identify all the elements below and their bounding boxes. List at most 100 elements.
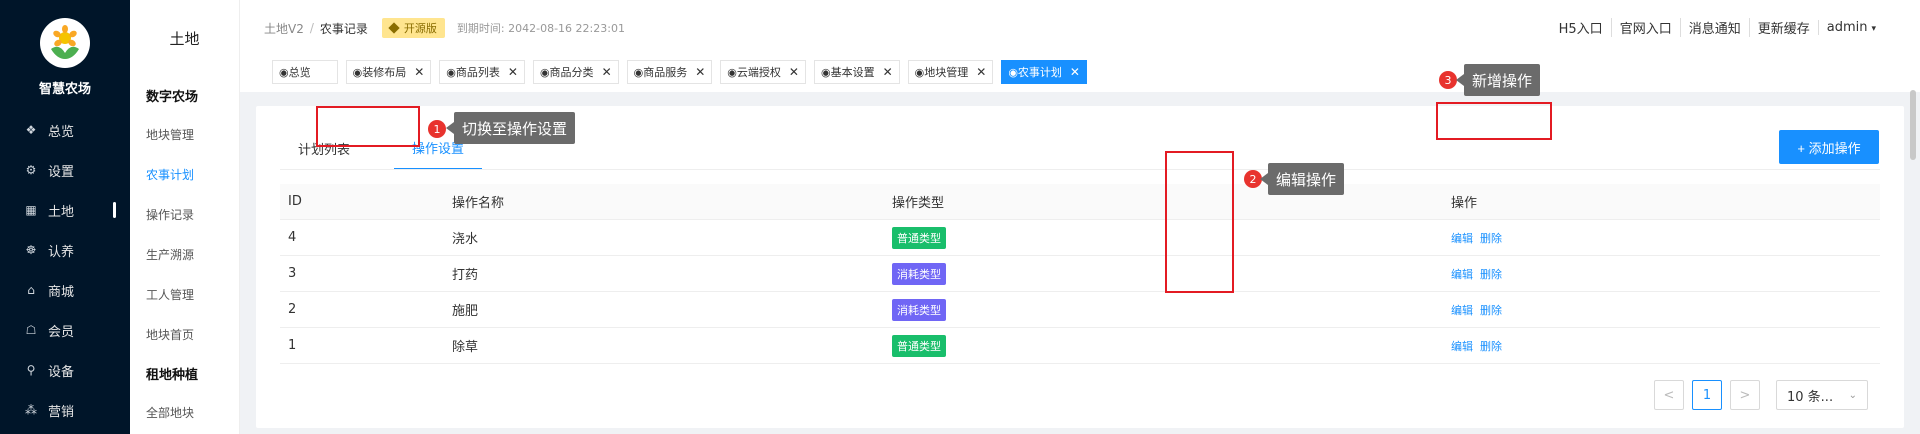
edit-link[interactable]: 编辑 [1451, 232, 1473, 245]
sidebar-item-0[interactable]: ❖ 总览 [0, 110, 130, 150]
column-header-name: 操作名称 [452, 196, 505, 211]
open-tab-5[interactable]: ◉云端授权 ✕ [720, 60, 806, 84]
sidebar-item-1[interactable]: ⚙ 设置 [0, 150, 130, 190]
breadcrumb: 土地V2 / 农事记录 开源版 到期时间: 2042-08-16 22:23:0… [264, 18, 625, 38]
secondary-sidebar: 土地 数字农场 地块管理 农事计划 操作记录 生产溯源 工人管理 地块首页 租地种植 全部… [130, 0, 240, 434]
cell-id: 4 [288, 230, 297, 245]
delete-link[interactable]: 删除 [1480, 268, 1502, 281]
sidebar-item-3[interactable]: ☸ 认养 [0, 230, 130, 270]
open-tab-3[interactable]: ◉商品分类 ✕ [532, 60, 619, 84]
breadcrumb-root[interactable]: 土地V2 [264, 20, 304, 37]
close-icon[interactable]: ✕ [976, 65, 986, 79]
open-tab-1[interactable]: ◉装修布局 ✕ [345, 60, 432, 84]
close-icon[interactable]: ✕ [883, 65, 893, 79]
type-badge: 消耗类型 [892, 298, 946, 321]
close-icon[interactable]: ✕ [508, 65, 518, 79]
subnav-group-rent-land-items: 全部地块 [130, 392, 239, 432]
page-scrollbar[interactable] [1910, 90, 1916, 160]
edit-link[interactable]: 编辑 [1451, 268, 1473, 281]
cell-actions: 编辑 删除 [1437, 338, 1880, 354]
open-tab-label: ◉装修布局 [352, 66, 407, 79]
header-links: H5入口 官网入口 消息通知 更新缓存 admin ▾ [1551, 18, 1884, 37]
close-icon[interactable]: ✕ [414, 65, 424, 79]
tabs-divider [280, 169, 1880, 170]
table-row: 1 除草 普通类型 编辑 删除 [280, 328, 1880, 364]
website-entry-link[interactable]: 官网入口 [1610, 18, 1680, 37]
main-sidebar: 智慧农场 ❖ 总览 ⚙ 设置 ▦ 土地 ☸ 认养 ⌂ 商城 ☖ 会员 ⚲ 设备 ⁂ 营销 [0, 0, 130, 434]
sidebar-item-2[interactable]: ▦ 土地 [0, 190, 130, 230]
subnav-item-rent-0[interactable]: 全部地块 [130, 392, 239, 432]
member-icon: ☖ [25, 323, 37, 337]
cell-type: 普通类型 [892, 334, 1437, 357]
brand-name: 智慧农场 [38, 82, 91, 97]
sidebar-item-label: 营销 [48, 404, 75, 420]
subnav-item-3[interactable]: 生产溯源 [130, 234, 239, 274]
type-badge: 普通类型 [892, 334, 946, 357]
brand[interactable]: 智慧农场 [0, 0, 130, 110]
highlight-box-tab [316, 106, 420, 147]
annotation-label-3: 新增操作 [1455, 64, 1541, 96]
open-tab-label: ◉商品列表 [446, 66, 500, 79]
subnav-item-2[interactable]: 操作记录 [130, 194, 239, 234]
open-tabs-bar: ◉总览 ◉装修布局 ✕ ◉商品列表 ✕ ◉商品分类 ✕ ◉商品服务 ✕ ◉云端授权 ✕ ◉基本设置 ✕ ◉… [272, 60, 1087, 84]
sidebar-item-5[interactable]: ☖ 会员 [0, 310, 130, 350]
h5-entry-link[interactable]: H5入口 [1551, 18, 1611, 37]
sidebar-item-4[interactable]: ⌂ 商城 [0, 270, 130, 310]
prev-page-button[interactable]: < [1654, 380, 1684, 410]
delete-link[interactable]: 删除 [1480, 340, 1502, 353]
content-card: 计划列表 操作设置 1 切换至操作设置 + 添加操作 3 新增操作 ID 操作名… [256, 64, 1904, 428]
edition-badge: 开源版 [381, 18, 445, 38]
open-tab-4[interactable]: ◉商品服务 ✕ [626, 60, 713, 84]
close-icon[interactable]: ✕ [1070, 65, 1080, 79]
edit-link[interactable]: 编辑 [1451, 304, 1473, 317]
add-operation-button[interactable]: + 添加操作 [1779, 130, 1879, 164]
subnav-item-5[interactable]: 地块首页 [130, 314, 239, 354]
cell-actions: 编辑 删除 [1437, 302, 1880, 318]
clear-cache-link[interactable]: 更新缓存 [1748, 18, 1818, 37]
user-menu[interactable]: admin ▾ [1817, 20, 1884, 35]
close-icon[interactable]: ✕ [602, 65, 612, 79]
type-badge: 普通类型 [892, 226, 946, 249]
subnav-item-4[interactable]: 工人管理 [130, 274, 239, 314]
type-badge: 消耗类型 [892, 262, 946, 285]
overview-icon: ❖ [25, 123, 37, 137]
edition-badge-label: 开源版 [403, 22, 437, 35]
breadcrumb-separator: / [309, 21, 314, 35]
table-row: 2 施肥 消耗类型 编辑 删除 [280, 292, 1880, 328]
next-page-button[interactable]: > [1730, 380, 1760, 410]
subnav-group-rent-land: 租地种植 [146, 367, 199, 383]
caret-down-icon: ▾ [1871, 24, 1876, 34]
sidebar-item-label: 认养 [48, 244, 75, 260]
open-tab-2[interactable]: ◉商品列表 ✕ [439, 60, 525, 84]
device-icon: ⚲ [26, 363, 36, 377]
sidebar-item-label: 商城 [48, 284, 75, 300]
open-tab-8[interactable]: ◉农事计划 ✕ [1001, 60, 1087, 84]
table-row: 3 打药 消耗类型 编辑 删除 [280, 256, 1880, 292]
cell-id: 1 [288, 338, 297, 353]
edit-link[interactable]: 编辑 [1451, 340, 1473, 353]
highlight-box-actions [1165, 151, 1234, 293]
subnav-item-1[interactable]: 农事计划 [130, 154, 239, 194]
page-size-value: 10 条... [1787, 389, 1834, 405]
subnav-item-0[interactable]: 地块管理 [130, 114, 239, 154]
table-row: 4 浇水 普通类型 编辑 删除 [280, 220, 1880, 256]
close-icon[interactable]: ✕ [695, 65, 705, 79]
close-icon[interactable]: ✕ [789, 65, 799, 79]
notifications-link[interactable]: 消息通知 [1679, 18, 1749, 37]
page-size-select[interactable]: 10 条... ⌄ [1776, 380, 1868, 410]
open-tab-label: ◉商品服务 [633, 66, 688, 79]
delete-link[interactable]: 删除 [1480, 304, 1502, 317]
open-tab-6[interactable]: ◉基本设置 ✕ [813, 60, 900, 84]
land-grid-icon: ▦ [25, 203, 37, 217]
sidebar-item-6[interactable]: ⚲ 设备 [0, 350, 130, 390]
delete-link[interactable]: 删除 [1480, 232, 1502, 245]
sidebar-item-7[interactable]: ⁂ 营销 [0, 390, 130, 430]
page-1-button[interactable]: 1 [1692, 380, 1722, 410]
sidebar-menu: ❖ 总览 ⚙ 设置 ▦ 土地 ☸ 认养 ⌂ 商城 ☖ 会员 ⚲ 设备 ⁂ 营销 [0, 110, 130, 430]
open-tab-7[interactable]: ◉地块管理 ✕ [907, 60, 994, 84]
open-tab-0[interactable]: ◉总览 [272, 60, 338, 84]
sidebar-item-label: 土地 [48, 204, 75, 220]
open-tab-label: ◉农事计划 [1008, 66, 1062, 79]
sidebar-item-label: 设置 [48, 164, 75, 180]
adopt-icon: ☸ [25, 243, 37, 257]
